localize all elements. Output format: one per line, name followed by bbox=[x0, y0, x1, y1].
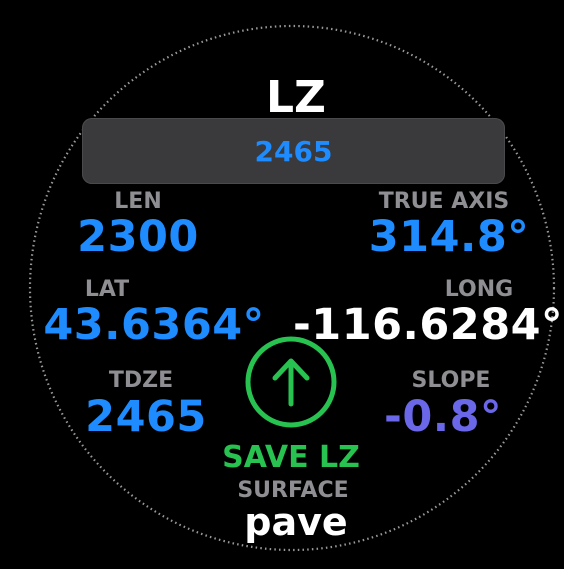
tdze-value: 2465 bbox=[85, 392, 207, 442]
true-axis-label: TRUE AXIS bbox=[378, 189, 510, 214]
true-axis-value: 314.8° bbox=[368, 212, 530, 262]
surface-label: SURFACE bbox=[237, 478, 349, 503]
page-title: LZ bbox=[266, 72, 326, 123]
len-label: LEN bbox=[114, 189, 162, 214]
slope-label: SLOPE bbox=[411, 368, 491, 393]
arrow-up-circle-icon bbox=[245, 336, 337, 428]
slope-value: -0.8° bbox=[383, 392, 503, 442]
watch-face: LZ 2465 LEN 2300 TRUE AXIS 314.8° LAT 43… bbox=[0, 0, 564, 569]
tdze-input-value: 2465 bbox=[254, 134, 333, 168]
save-lz-label: SAVE LZ bbox=[222, 440, 360, 475]
len-value: 2300 bbox=[77, 212, 199, 262]
tdze-input-field[interactable]: 2465 bbox=[82, 118, 505, 184]
tdze-label: TDZE bbox=[108, 368, 174, 393]
long-label: LONG bbox=[444, 277, 514, 302]
surface-value: pave bbox=[244, 500, 348, 544]
save-lz-button[interactable]: SAVE LZ bbox=[222, 335, 360, 475]
lat-label: LAT bbox=[84, 277, 130, 302]
